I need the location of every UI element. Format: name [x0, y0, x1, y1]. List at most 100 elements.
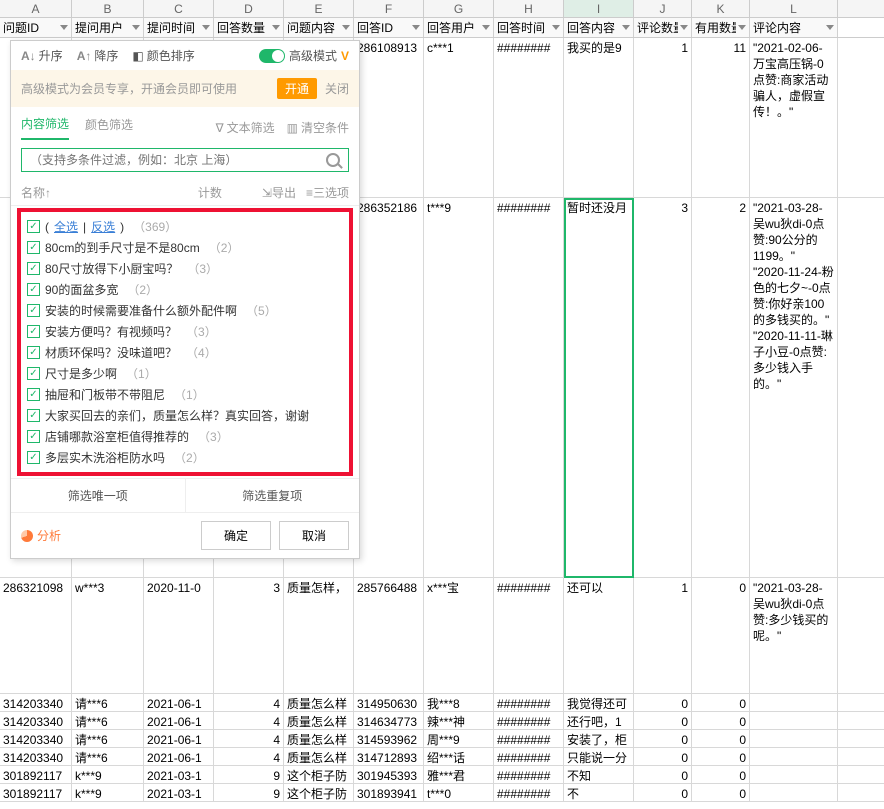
options-link[interactable]: ≡三选项	[306, 184, 349, 201]
cell[interactable]: 雅***君	[424, 766, 494, 783]
cell[interactable]: 还行吧，1	[564, 712, 634, 729]
cell[interactable]: 只能说一分	[564, 748, 634, 765]
cell[interactable]: 314950630	[354, 694, 424, 711]
cell[interactable]: ########	[494, 38, 564, 197]
col-B[interactable]: B	[72, 0, 144, 17]
cell[interactable]: 2021-03-1	[144, 784, 214, 801]
cell[interactable]: ########	[494, 578, 564, 693]
cell[interactable]: 4	[214, 748, 284, 765]
cell[interactable]: "2021-03-28-吴wu狄di-0点赞:多少钱买的呢。"	[750, 578, 838, 693]
cell[interactable]: 314203340	[0, 730, 72, 747]
clear-filter[interactable]: ▥清空条件	[287, 119, 349, 136]
col-G[interactable]: G	[424, 0, 494, 17]
select-all-link[interactable]: 全选	[54, 218, 78, 235]
filter-dropdown-icon[interactable]	[342, 25, 350, 30]
cell[interactable]: 286352186	[354, 198, 424, 577]
cell[interactable]: 314712893	[354, 748, 424, 765]
filter-item[interactable]: 大家买回去的亲们，质量怎么样？真实回答，谢谢	[27, 405, 343, 426]
cell[interactable]: 绍***话	[424, 748, 494, 765]
cell[interactable]: 314203340	[0, 748, 72, 765]
cell[interactable]: "2021-02-06-万宝高压锅-0点赞:商家活动骗人，虚假宣传！。"	[750, 38, 838, 197]
cell[interactable]	[750, 784, 838, 801]
cell[interactable]: 0	[692, 694, 750, 711]
col-J[interactable]: J	[634, 0, 692, 17]
col-D[interactable]: D	[214, 0, 284, 17]
checkbox-icon[interactable]	[27, 451, 40, 464]
analyze-button[interactable]: 分析	[21, 527, 61, 544]
checkbox-icon[interactable]	[27, 409, 40, 422]
hdr-quser[interactable]: 提问用户	[72, 18, 144, 37]
cell[interactable]: ########	[494, 694, 564, 711]
filter-item[interactable]: 安装方便吗？有视频吗？（3）	[27, 321, 343, 342]
tab-content-filter[interactable]: 内容筛选	[21, 115, 69, 140]
cell[interactable]: 这个柜子防	[284, 784, 354, 801]
cell[interactable]: 3	[214, 578, 284, 693]
checkbox-icon[interactable]	[27, 220, 40, 233]
cell[interactable]: 0	[634, 766, 692, 783]
filter-dropdown-icon[interactable]	[552, 25, 560, 30]
cell[interactable]: 0	[634, 748, 692, 765]
filter-dup-button[interactable]: 筛选重复项	[186, 479, 360, 512]
cell[interactable]: 周***9	[424, 730, 494, 747]
col-A[interactable]: A	[0, 0, 72, 17]
checkbox-icon[interactable]	[27, 262, 40, 275]
sort-asc[interactable]: A↓升序	[21, 47, 63, 64]
cell[interactable]: 这个柜子防	[284, 766, 354, 783]
cell[interactable]: "2021-03-28-吴wu狄di-0点赞:90公分的1199。" "2020…	[750, 198, 838, 577]
hdr-qcontent[interactable]: 问题内容	[284, 18, 354, 37]
hdr-qid[interactable]: 问题ID	[0, 18, 72, 37]
cell[interactable]: c***1	[424, 38, 494, 197]
cell[interactable]: 301893941	[354, 784, 424, 801]
search-input[interactable]	[30, 153, 326, 167]
filter-dropdown-icon[interactable]	[60, 25, 68, 30]
cell[interactable]: t***9	[424, 198, 494, 577]
hdr-ccontent[interactable]: 评论内容	[750, 18, 838, 37]
cell[interactable]: w***3	[72, 578, 144, 693]
filter-dropdown-icon[interactable]	[412, 25, 420, 30]
cell[interactable]: 质量怎么样	[284, 748, 354, 765]
cell[interactable]: ########	[494, 784, 564, 801]
filter-item[interactable]: 安装的时候需要准备什么额外配件啊（5）	[27, 300, 343, 321]
checkbox-icon[interactable]	[27, 346, 40, 359]
cell[interactable]: 0	[692, 712, 750, 729]
cell[interactable]: 285766488	[354, 578, 424, 693]
hdr-atime[interactable]: 回答时间	[494, 18, 564, 37]
select-all-row[interactable]: (全选|反选) （369）	[27, 216, 343, 237]
cell[interactable]: k***9	[72, 766, 144, 783]
filter-item[interactable]: 90的面盆多宽（2）	[27, 279, 343, 300]
cell[interactable]: 不	[564, 784, 634, 801]
col-I[interactable]: I	[564, 0, 634, 17]
hdr-qtime[interactable]: 提问时间	[144, 18, 214, 37]
open-vip-button[interactable]: 开通	[277, 78, 317, 99]
cell[interactable]: 1	[634, 578, 692, 693]
cell[interactable]: 请***6	[72, 694, 144, 711]
close-tip[interactable]: 关闭	[325, 80, 349, 97]
cell[interactable]: 质量怎么样	[284, 694, 354, 711]
cell[interactable]: 301892117	[0, 784, 72, 801]
col-K[interactable]: K	[692, 0, 750, 17]
cell[interactable]: 1	[634, 38, 692, 197]
cell[interactable]	[750, 766, 838, 783]
checkbox-icon[interactable]	[27, 472, 40, 476]
col-F[interactable]: F	[354, 0, 424, 17]
cell[interactable]	[750, 748, 838, 765]
cell[interactable]: 不知	[564, 766, 634, 783]
filter-dropdown-icon[interactable]	[826, 25, 834, 30]
cell[interactable]: 请***6	[72, 748, 144, 765]
cell[interactable]: 314203340	[0, 694, 72, 711]
cell[interactable]: 0	[692, 784, 750, 801]
cell[interactable]: 314634773	[354, 712, 424, 729]
cell[interactable]: 4	[214, 712, 284, 729]
cell[interactable]: 301892117	[0, 766, 72, 783]
cell[interactable]: ########	[494, 730, 564, 747]
checkbox-icon[interactable]	[27, 304, 40, 317]
checkbox-icon[interactable]	[27, 283, 40, 296]
sort-desc[interactable]: A↑降序	[77, 47, 119, 64]
cell[interactable]: 我***8	[424, 694, 494, 711]
search-box[interactable]	[21, 148, 349, 172]
filter-dropdown-icon[interactable]	[202, 25, 210, 30]
cell[interactable]: 0	[634, 784, 692, 801]
cell[interactable]: ########	[494, 712, 564, 729]
cell[interactable]: 0	[634, 730, 692, 747]
hdr-auser[interactable]: 回答用户	[424, 18, 494, 37]
